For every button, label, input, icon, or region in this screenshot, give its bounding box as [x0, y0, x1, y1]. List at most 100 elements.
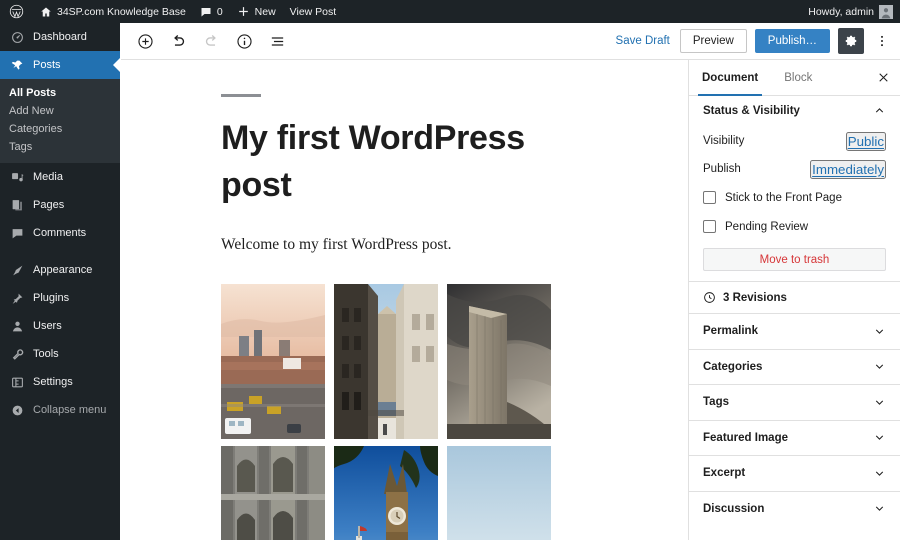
tools-wrench-icon	[9, 348, 25, 361]
gear-icon	[844, 34, 858, 48]
view-post-label: View Post	[289, 5, 337, 18]
close-settings-button[interactable]	[866, 60, 900, 95]
visibility-label: Visibility	[703, 135, 745, 147]
users-icon	[9, 320, 25, 333]
toolbar-left-group	[120, 26, 292, 56]
publish-value-button[interactable]: Immediately	[810, 159, 886, 179]
visibility-value-button[interactable]: Public	[845, 131, 886, 151]
sidebar-item-settings[interactable]: Settings	[0, 368, 120, 396]
sidebar-item-users[interactable]: Users	[0, 312, 120, 340]
appearance-brush-icon	[9, 264, 25, 277]
gallery-image-5[interactable]	[334, 445, 438, 540]
settings-sidebar: Document Block Status & Visibility Visib…	[688, 60, 900, 540]
accordion-label: Discussion	[703, 502, 765, 515]
post-content-wrap: My first WordPress post Welcome to my fi…	[120, 60, 688, 540]
settings-sliders-icon	[9, 376, 25, 389]
sidebar-item-label: Users	[33, 320, 62, 332]
chevron-down-icon	[873, 325, 886, 338]
gallery-image-4[interactable]	[221, 445, 325, 540]
post-paragraph-block[interactable]: Welcome to my first WordPress post.	[221, 236, 688, 254]
comments-icon	[9, 227, 25, 240]
comments-link[interactable]: 0	[193, 0, 230, 23]
gallery-image-2[interactable]	[334, 283, 438, 439]
greeting-label: Howdy, admin	[808, 5, 874, 18]
chevron-down-icon	[873, 396, 886, 409]
status-visibility-title: Status & Visibility	[703, 104, 800, 117]
revisions-label: 3 Revisions	[723, 291, 787, 304]
move-to-trash-button[interactable]: Move to trash	[703, 248, 886, 271]
tab-document[interactable]: Document	[689, 60, 771, 96]
sidebar-item-appearance[interactable]: Appearance	[0, 256, 120, 284]
comments-count: 0	[216, 5, 223, 18]
new-content-link[interactable]: New	[230, 0, 283, 23]
view-post-link[interactable]: View Post	[283, 0, 344, 23]
save-draft-button[interactable]: Save Draft	[614, 31, 672, 51]
publish-button[interactable]: Publish…	[754, 29, 830, 53]
sidebar-item-comments[interactable]: Comments	[0, 219, 120, 247]
plugins-plug-icon	[9, 292, 25, 305]
title-separator-rule	[221, 94, 261, 97]
sidebar-item-pages[interactable]: Pages	[0, 191, 120, 219]
accordion-tags[interactable]: Tags	[689, 384, 900, 420]
site-name-link[interactable]: 34SP.com Knowledge Base	[33, 0, 193, 23]
sticky-checkbox[interactable]	[703, 191, 716, 204]
new-label: New	[254, 5, 276, 18]
sidebar-item-plugins[interactable]: Plugins	[0, 284, 120, 312]
dashboard-icon	[9, 31, 25, 44]
accordion-discussion[interactable]: Discussion	[689, 490, 900, 527]
sidebar-item-label: Tools	[33, 348, 59, 360]
sidebar-item-media[interactable]: Media	[0, 163, 120, 191]
collapse-arrow-icon	[9, 404, 25, 417]
editor-toolbar: Save Draft Preview Publish…	[120, 23, 900, 60]
list-view-button[interactable]	[262, 26, 292, 56]
accordion-permalink[interactable]: Permalink	[689, 313, 900, 349]
site-name-label: 34SP.com Knowledge Base	[57, 5, 186, 18]
submenu-item-all-posts[interactable]: All Posts	[0, 84, 120, 102]
sticky-checkbox-row[interactable]: Stick to the Front Page	[703, 183, 886, 212]
accordion-categories[interactable]: Categories	[689, 348, 900, 385]
pending-review-label: Pending Review	[725, 220, 809, 233]
settings-toggle-button[interactable]	[838, 28, 864, 54]
pending-review-checkbox[interactable]	[703, 220, 716, 233]
chevron-up-icon	[873, 104, 886, 117]
chevron-down-icon	[873, 431, 886, 444]
accordion-excerpt[interactable]: Excerpt	[689, 455, 900, 491]
more-vertical-dots-icon	[875, 34, 889, 48]
chevron-down-icon	[873, 467, 886, 480]
sidebar-separator	[0, 247, 120, 256]
more-options-button[interactable]	[872, 28, 892, 54]
sidebar-item-posts[interactable]: Posts	[0, 51, 120, 79]
sidebar-item-tools[interactable]: Tools	[0, 340, 120, 368]
sidebar-item-dashboard[interactable]: Dashboard	[0, 23, 120, 51]
publish-label: Publish	[703, 163, 741, 175]
wordpress-logo-icon	[9, 4, 24, 19]
add-block-button[interactable]	[130, 26, 160, 56]
visibility-row: Visibility Public	[703, 127, 886, 155]
submenu-item-add-new[interactable]: Add New	[0, 102, 120, 120]
publish-row: Publish Immediately	[703, 155, 886, 183]
redo-button[interactable]	[196, 26, 226, 56]
posts-submenu: All Posts Add New Categories Tags	[0, 79, 120, 163]
wordpress-logo-button[interactable]	[0, 0, 33, 23]
plus-icon	[237, 5, 250, 18]
accordion-featured-image[interactable]: Featured Image	[689, 419, 900, 456]
gallery-block[interactable]	[221, 283, 551, 540]
gallery-image-1[interactable]	[221, 283, 325, 439]
collapse-menu-button[interactable]: Collapse menu	[0, 396, 120, 424]
post-title-input[interactable]: My first WordPress post	[221, 115, 531, 209]
content-info-button[interactable]	[229, 26, 259, 56]
preview-button[interactable]: Preview	[679, 29, 747, 53]
revisions-row[interactable]: 3 Revisions	[689, 281, 900, 313]
gallery-image-6[interactable]	[447, 445, 551, 540]
pending-review-checkbox-row[interactable]: Pending Review	[703, 212, 886, 241]
account-menu[interactable]: Howdy, admin	[801, 0, 900, 23]
submenu-item-tags[interactable]: Tags	[0, 138, 120, 156]
accordion-label: Tags	[703, 396, 729, 409]
submenu-item-categories[interactable]: Categories	[0, 120, 120, 138]
editor-canvas: My first WordPress post Welcome to my fi…	[120, 60, 688, 540]
tab-block[interactable]: Block	[771, 60, 825, 95]
undo-button[interactable]	[163, 26, 193, 56]
accordion-label: Categories	[703, 360, 763, 373]
status-visibility-header[interactable]: Status & Visibility	[689, 96, 900, 125]
gallery-image-3[interactable]	[447, 283, 551, 439]
